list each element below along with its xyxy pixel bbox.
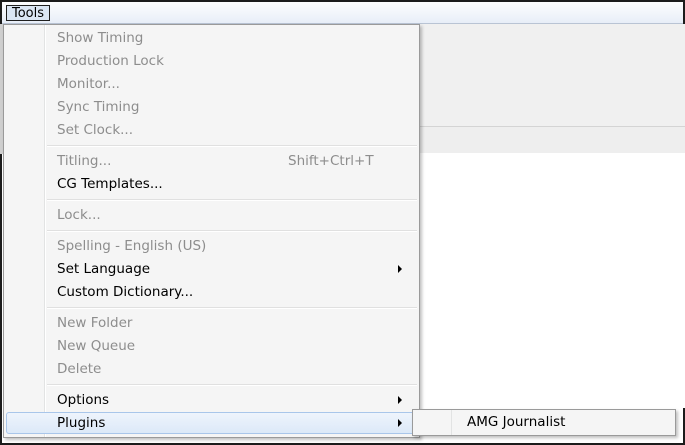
menu-item-label: AMG Journalist bbox=[467, 414, 566, 430]
content-area bbox=[420, 153, 685, 408]
menu-item-sync-timing[interactable]: Sync Timing bbox=[6, 96, 417, 118]
menu-item-label: Production Lock bbox=[57, 53, 164, 69]
submenu-arrow-icon bbox=[398, 419, 402, 427]
submenu-arrow-icon bbox=[398, 396, 402, 404]
menu-item-show-timing[interactable]: Show Timing bbox=[6, 27, 417, 49]
menu-item-label: CG Templates... bbox=[57, 176, 163, 192]
menu-item-label: Plugins bbox=[57, 415, 106, 431]
tools-dropdown-menu: Show Timing Production Lock Monitor... S… bbox=[3, 24, 420, 438]
menu-separator bbox=[47, 384, 417, 386]
menu-item-label: New Folder bbox=[57, 315, 133, 331]
menu-item-lock[interactable]: Lock... bbox=[6, 204, 417, 226]
menu-separator bbox=[47, 199, 417, 201]
toolbar-strip bbox=[420, 126, 685, 154]
menu-item-production-lock[interactable]: Production Lock bbox=[6, 50, 417, 72]
menu-item-label: Options bbox=[57, 392, 110, 408]
menu-separator bbox=[47, 145, 417, 147]
menu-item-cg-templates[interactable]: CG Templates... bbox=[6, 173, 417, 195]
menu-separator bbox=[47, 307, 417, 309]
menu-item-label: New Queue bbox=[57, 338, 136, 354]
menu-bar: Tools bbox=[2, 2, 683, 24]
menu-item-label: Spelling - English (US) bbox=[57, 238, 207, 254]
menu-item-label: Show Timing bbox=[57, 30, 144, 46]
menu-item-label: Set Clock... bbox=[57, 122, 134, 138]
menu-item-label: Set Language bbox=[57, 261, 151, 277]
menu-item-label: Custom Dictionary... bbox=[57, 284, 194, 300]
menu-item-label: Sync Timing bbox=[57, 99, 140, 115]
menu-item-delete[interactable]: Delete bbox=[6, 358, 417, 380]
plugins-submenu: AMG Journalist bbox=[412, 409, 676, 436]
menu-item-monitor[interactable]: Monitor... bbox=[6, 73, 417, 95]
menu-item-set-clock[interactable]: Set Clock... bbox=[6, 119, 417, 141]
menu-item-set-language[interactable]: Set Language bbox=[6, 258, 417, 280]
menu-item-label: Titling... bbox=[57, 153, 112, 169]
submenu-item-amg-journalist[interactable]: AMG Journalist bbox=[415, 412, 673, 433]
toolbar-area bbox=[420, 24, 685, 127]
submenu-arrow-icon bbox=[398, 265, 402, 273]
menu-item-new-folder[interactable]: New Folder bbox=[6, 312, 417, 334]
menu-item-options[interactable]: Options bbox=[6, 389, 417, 411]
menu-item-plugins[interactable]: Plugins bbox=[6, 412, 417, 434]
menu-item-label: Monitor... bbox=[57, 76, 120, 92]
menu-item-spelling[interactable]: Spelling - English (US) bbox=[6, 235, 417, 257]
tools-menu[interactable]: Tools bbox=[6, 5, 51, 21]
menu-item-titling[interactable]: Titling... Shift+Ctrl+T bbox=[6, 150, 417, 172]
menu-separator bbox=[47, 230, 417, 232]
menu-item-label: Lock... bbox=[57, 207, 101, 223]
menu-item-custom-dictionary[interactable]: Custom Dictionary... bbox=[6, 281, 417, 303]
menu-item-new-queue[interactable]: New Queue bbox=[6, 335, 417, 357]
menu-item-label: Delete bbox=[57, 361, 102, 377]
menu-item-shortcut: Shift+Ctrl+T bbox=[288, 153, 374, 169]
